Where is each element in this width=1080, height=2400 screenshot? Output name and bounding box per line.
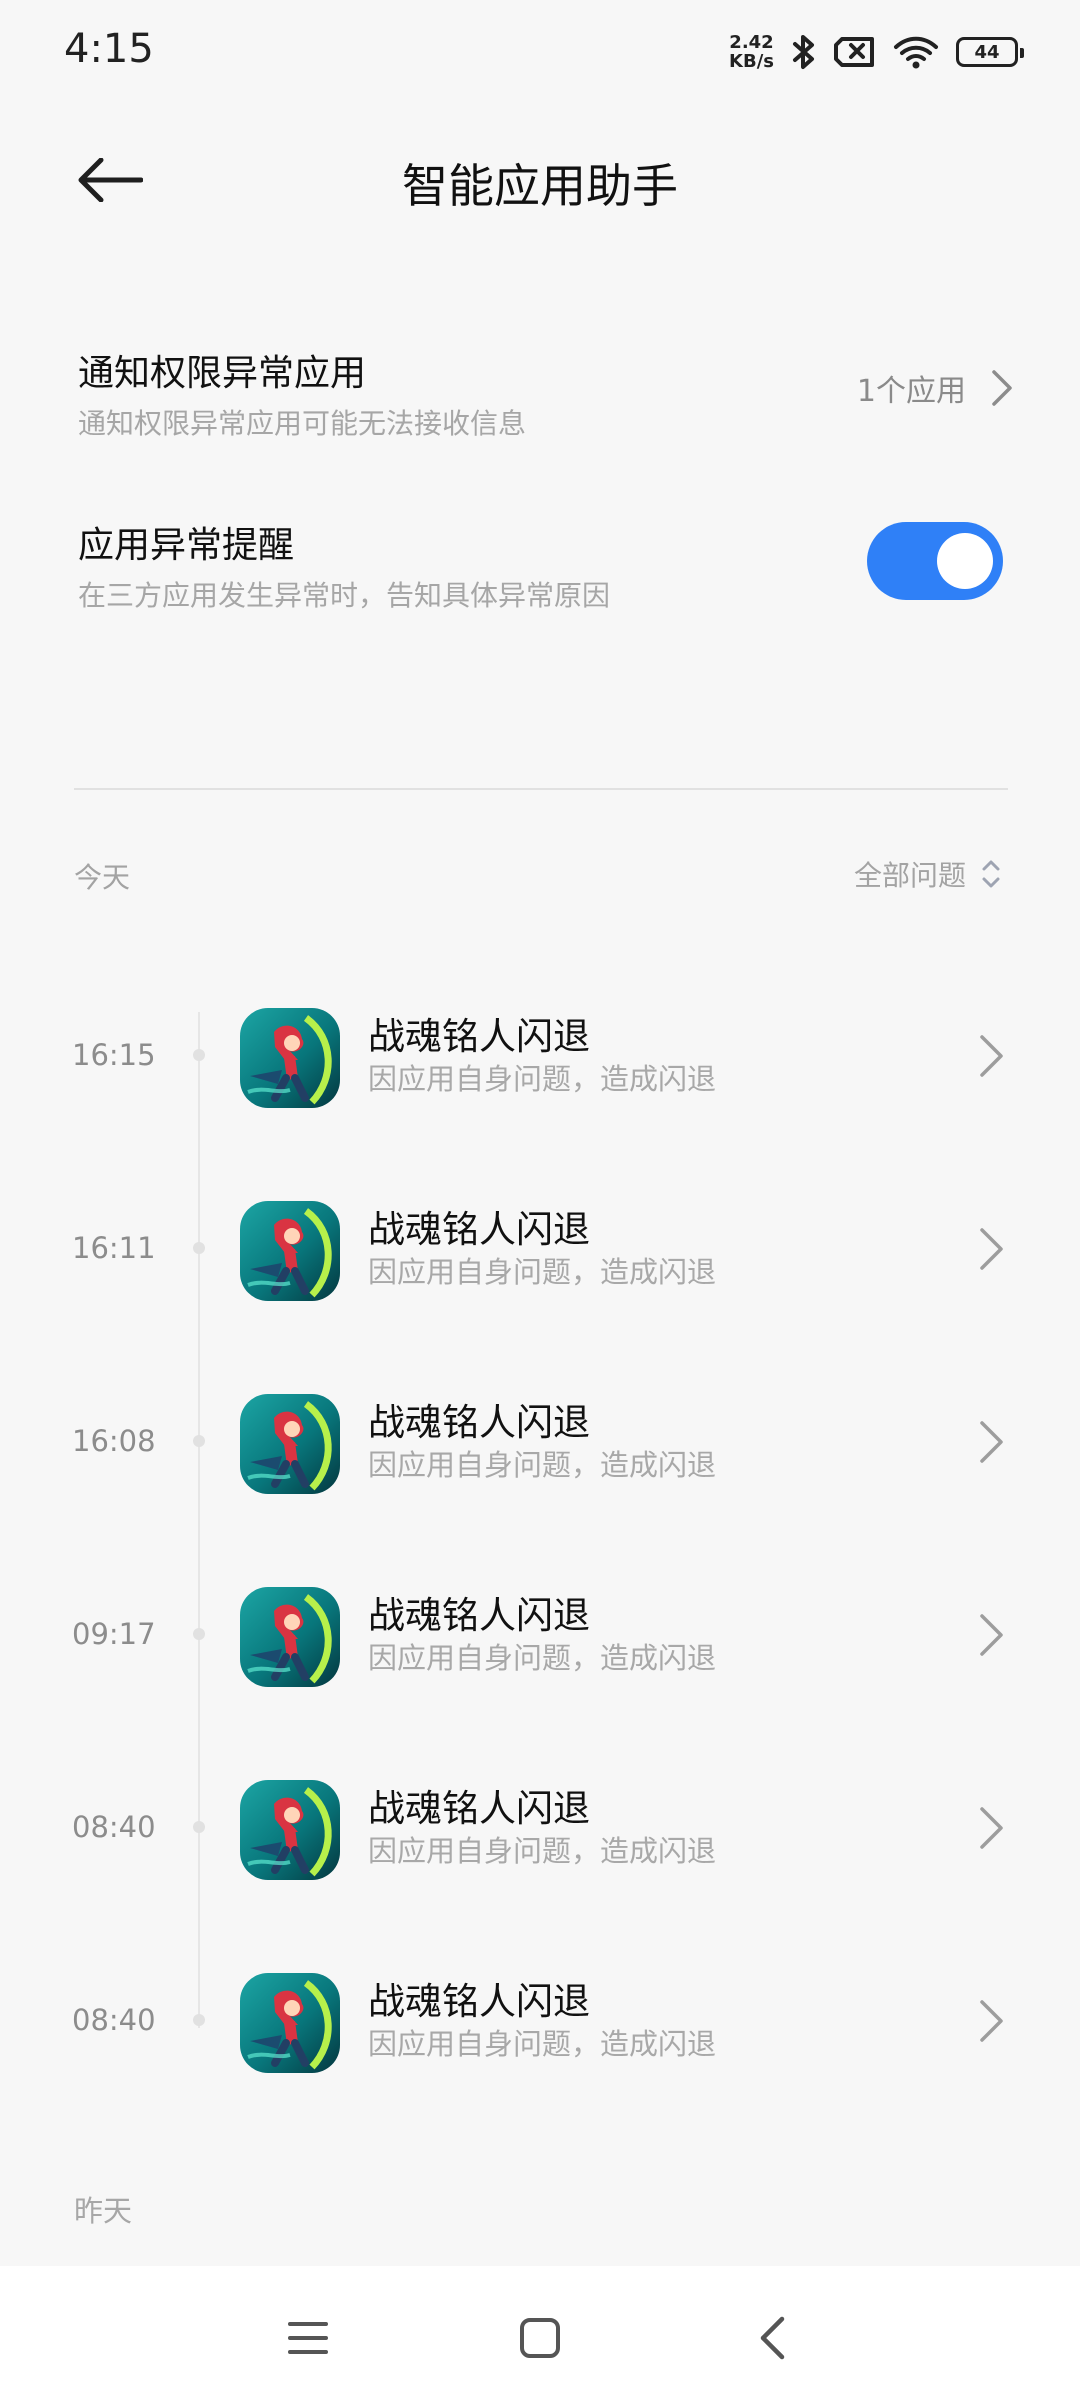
back-icon (760, 2316, 785, 2360)
crash-record[interactable]: 16:08 战魂铭人闪退 因应用自身问题，造成闪退 (0, 1384, 1080, 1504)
record-title: 战魂铭人闪退 (368, 1594, 590, 1637)
menu-nav-button[interactable] (282, 2312, 334, 2364)
up-down-chevron-icon (982, 860, 1000, 888)
record-reason: 因应用自身问题，造成闪退 (368, 1255, 717, 1289)
network-speed-value: 2.42 (729, 32, 774, 53)
notification-permission-subtitle: 通知权限异常应用可能无法接收信息 (78, 407, 527, 440)
toggle-knob (937, 533, 993, 589)
home-nav-button[interactable] (514, 2312, 566, 2364)
battery-icon: 44 (956, 37, 1024, 67)
app-exception-alert-subtitle: 在三方应用发生异常时，告知具体异常原因 (78, 579, 611, 612)
timeline-dot (193, 1049, 205, 1061)
app-exception-alert-toggle[interactable] (867, 522, 1003, 600)
section-divider (74, 788, 1008, 790)
chevron-right-icon (980, 1614, 1003, 1656)
record-time: 16:11 (72, 1231, 156, 1265)
timeline-dot (193, 2014, 205, 2026)
app-exception-alert-row: 应用异常提醒 在三方应用发生异常时，告知具体异常原因 (78, 516, 610, 614)
bluetooth-icon (793, 35, 814, 69)
problem-filter-label: 全部问题 (853, 859, 966, 892)
battery-level: 44 (974, 41, 1000, 63)
crash-record[interactable]: 08:40 战魂铭人闪退 因应用自身问题，造成闪退 (0, 1963, 1080, 2083)
notification-permission-row[interactable]: 通知权限异常应用 通知权限异常应用可能无法接收信息 (78, 344, 526, 442)
chevron-right-icon (980, 1807, 1003, 1849)
app-exception-alert-title: 应用异常提醒 (78, 525, 295, 566)
record-reason: 因应用自身问题，造成闪退 (368, 1062, 717, 1096)
timeline-dot (193, 1821, 205, 1833)
crash-record[interactable]: 16:15 战魂铭人闪退 因应用自身问题，造成闪退 (0, 998, 1080, 1118)
navigation-bar (0, 2266, 1080, 2400)
game-app-icon (240, 1587, 340, 1687)
page-title: 智能应用助手 (402, 159, 678, 213)
home-icon (520, 2318, 560, 2358)
game-app-icon (240, 1201, 340, 1301)
game-app-icon (240, 1973, 340, 2073)
game-app-icon (240, 1008, 340, 1108)
chevron-right-icon (992, 370, 1012, 406)
back-nav-button[interactable] (746, 2312, 798, 2364)
chevron-right-icon (980, 1421, 1003, 1463)
notification-permission-title: 通知权限异常应用 (78, 353, 367, 394)
record-time: 08:40 (72, 1810, 156, 1844)
crash-record[interactable]: 16:11 战魂铭人闪退 因应用自身问题，造成闪退 (0, 1191, 1080, 1311)
record-title: 战魂铭人闪退 (368, 1787, 590, 1830)
crash-record[interactable]: 09:17 战魂铭人闪退 因应用自身问题，造成闪退 (0, 1577, 1080, 1697)
record-time: 08:40 (72, 2003, 156, 2037)
record-title: 战魂铭人闪退 (368, 1208, 590, 1251)
status-icons: 2.42 KB/s 44 (729, 28, 1024, 76)
menu-icon (288, 2322, 328, 2354)
today-label: 今天 (74, 861, 131, 894)
chevron-right-icon (980, 1228, 1003, 1270)
record-reason: 因应用自身问题，造成闪退 (368, 1834, 717, 1868)
timeline-dot (193, 1242, 205, 1254)
crash-record[interactable]: 08:40 战魂铭人闪退 因应用自身问题，造成闪退 (0, 1770, 1080, 1890)
network-speed: 2.42 KB/s (729, 33, 774, 71)
record-time: 09:17 (72, 1617, 156, 1651)
record-time: 16:15 (72, 1038, 156, 1072)
game-app-icon (240, 1394, 340, 1494)
problem-filter-dropdown[interactable]: 全部问题 (854, 854, 1002, 894)
record-time: 16:08 (72, 1424, 156, 1458)
wifi-icon (894, 36, 938, 69)
network-speed-unit: KB/s (729, 51, 774, 72)
notification-app-count: 1个应用 (856, 374, 966, 409)
notification-permission-value[interactable]: 1个应用 (857, 366, 1014, 410)
sim-disabled-icon (834, 37, 874, 67)
timeline-dot (193, 1628, 205, 1640)
game-app-icon (240, 1780, 340, 1880)
record-title: 战魂铭人闪退 (368, 1015, 590, 1058)
chevron-right-icon (980, 1035, 1003, 1077)
record-title: 战魂铭人闪退 (368, 1401, 590, 1444)
yesterday-label: 昨天 (74, 2194, 133, 2228)
record-reason: 因应用自身问题，造成闪退 (368, 1641, 717, 1675)
chevron-right-icon (980, 2000, 1003, 2042)
timeline-dot (193, 1435, 205, 1447)
record-title: 战魂铭人闪退 (368, 1980, 590, 2023)
record-reason: 因应用自身问题，造成闪退 (368, 1448, 717, 1482)
status-time: 4:15 (64, 26, 154, 72)
record-reason: 因应用自身问题，造成闪退 (368, 2027, 717, 2061)
